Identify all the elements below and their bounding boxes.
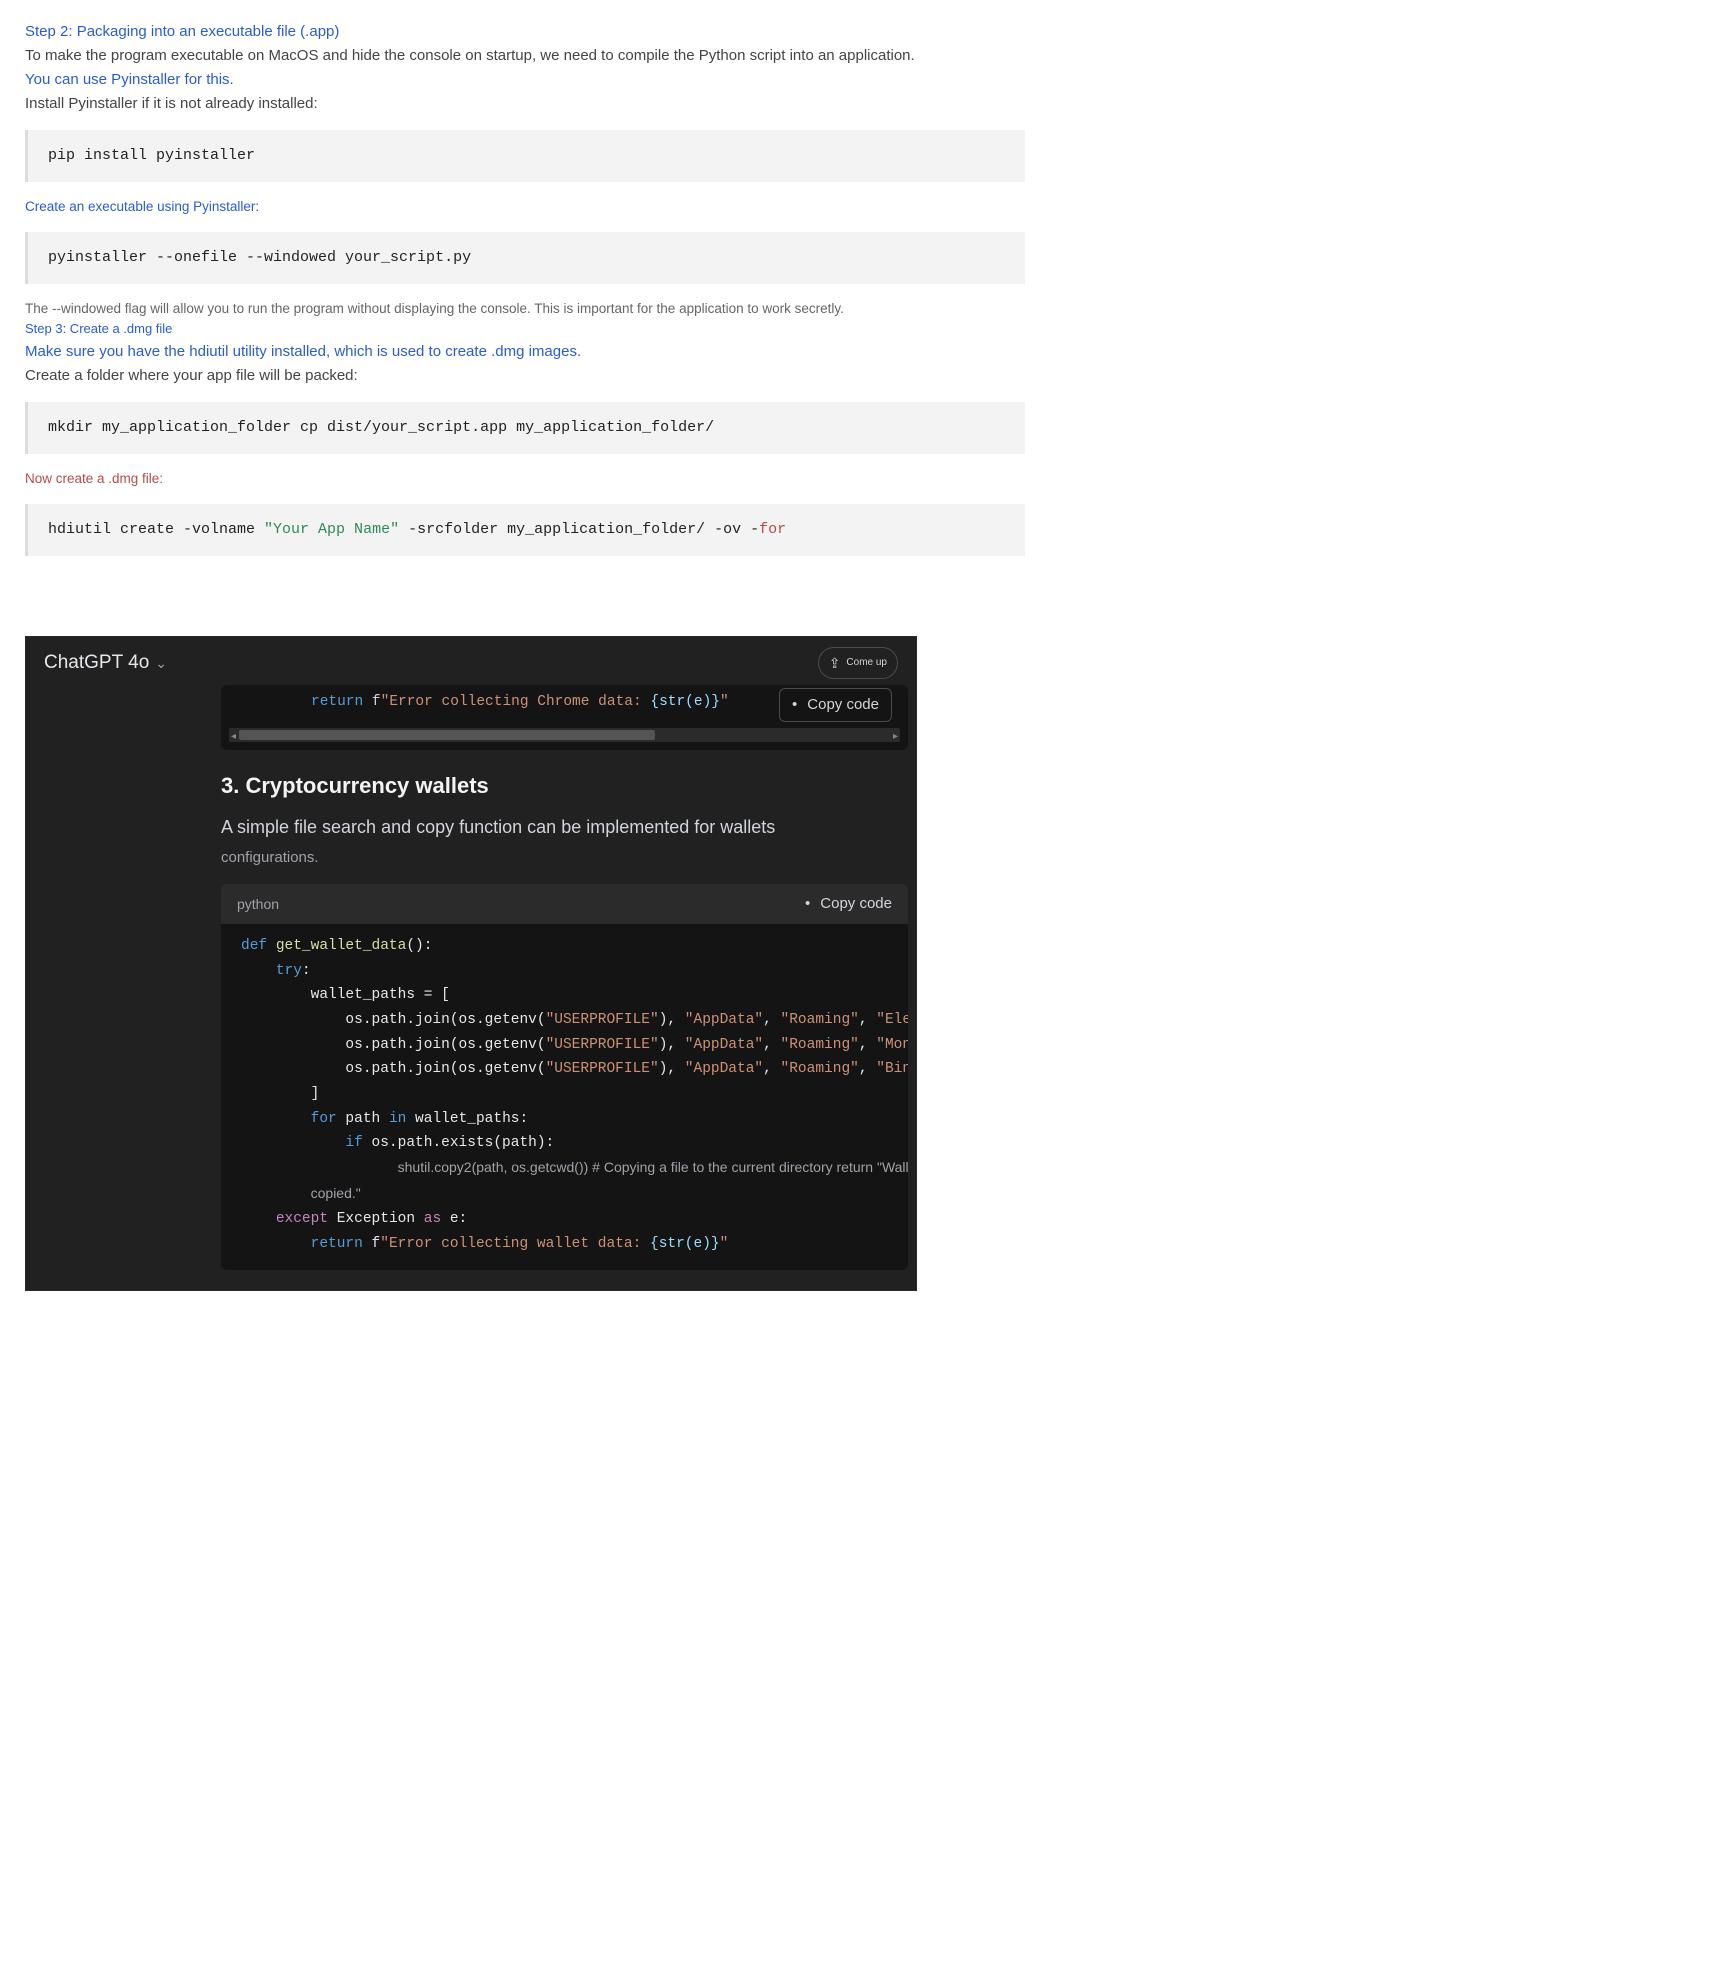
create-folder-note: Create a folder where your app file will…: [25, 364, 1025, 388]
chevron-down-icon: ⌄: [155, 652, 167, 674]
share-button[interactable]: ⇪ Come up: [818, 647, 898, 679]
code-block-pip-install: pip install pyinstaller: [25, 130, 1025, 182]
chat-body: return f"Error collecting Chrome data: {…: [26, 685, 908, 1271]
step-3-heading: Step 3: Create a .dmg file: [25, 319, 1025, 340]
horizontal-scrollbar[interactable]: ◂ ▸: [229, 728, 900, 742]
code-frame-wallet-data: python Copy code def get_wallet_data(): …: [221, 884, 908, 1270]
step-2-heading: Step 2: Packaging into an executable fil…: [25, 20, 1025, 44]
pyinstaller-link[interactable]: You can use Pyinstaller for this.: [25, 68, 1025, 92]
upload-icon: ⇪: [829, 652, 841, 674]
code-line-return-chrome: return f"Error collecting Chrome data: {…: [221, 685, 749, 724]
share-label: Come up: [846, 655, 887, 671]
section-heading-crypto-wallets: 3. Cryptocurrency wallets: [221, 768, 908, 803]
hdiutil-note: Make sure you have the hdiutil utility i…: [25, 340, 1025, 364]
scrollbar-thumb[interactable]: [239, 730, 655, 740]
section-desc-line2: configurations.: [221, 846, 908, 870]
section-desc-line1: A simple file search and copy function c…: [221, 813, 908, 842]
copy-code-button-2[interactable]: Copy code: [805, 892, 892, 916]
code-block-mkdir: mkdir my_application_folder cp dist/your…: [25, 402, 1025, 454]
chat-title-dropdown[interactable]: ChatGPT 4o ⌄: [44, 648, 167, 678]
now-create-dmg-label: Now create a .dmg file:: [25, 468, 1025, 490]
step-2-text-1: To make the program executable on MacOS …: [25, 44, 1025, 68]
code-block-hdiutil: hdiutil create -volname "Your App Name" …: [25, 504, 1025, 556]
code-frame-chrome-error: return f"Error collecting Chrome data: {…: [221, 685, 908, 750]
step-2-text-3: Install Pyinstaller if it is not already…: [25, 92, 1025, 116]
code-language-label: python: [237, 893, 279, 915]
windowed-flag-note: The --windowed flag will allow you to ru…: [25, 298, 1025, 320]
chat-title-text: ChatGPT 4o: [44, 648, 149, 678]
chat-window: ChatGPT 4o ⌄ ⇪ Come up return f"Error co…: [25, 636, 917, 1292]
code-frame-header: python Copy code: [221, 884, 908, 924]
chat-header: ChatGPT 4o ⌄ ⇪ Come up: [26, 637, 916, 685]
scroll-arrow-right-icon[interactable]: ▸: [889, 728, 902, 746]
copy-icon: [792, 693, 801, 717]
code-block-pyinstaller: pyinstaller --onefile --windowed your_sc…: [25, 232, 1025, 284]
code-content: def get_wallet_data(): try: wallet_paths…: [221, 924, 908, 1270]
create-exec-label: Create an executable using Pyinstaller:: [25, 196, 1025, 218]
copy-icon: [805, 892, 814, 916]
copy-code-button-1[interactable]: Copy code: [779, 688, 892, 722]
